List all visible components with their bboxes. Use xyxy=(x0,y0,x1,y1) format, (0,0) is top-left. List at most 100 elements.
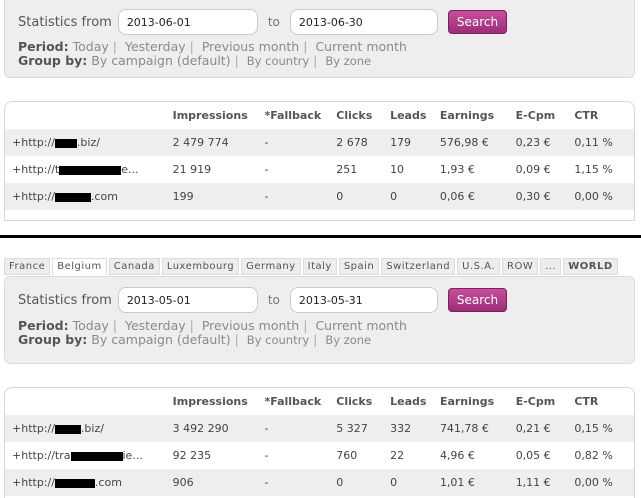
table-row[interactable]: +http://tra ie... 92 235 - 760 22 4,96 € … xyxy=(5,442,634,469)
tab-usa[interactable]: U.S.A. xyxy=(457,258,500,275)
ctr-cell: 0,00 % xyxy=(574,183,634,210)
earnings-cell: 0,06 € xyxy=(439,183,516,210)
top-stats-panel: Statistics from to Search Period: Today|… xyxy=(0,0,641,235)
ctr-cell: 0,00 % xyxy=(574,469,634,496)
ecpm-cell: 0,09 € xyxy=(515,163,551,176)
search-button[interactable]: Search xyxy=(447,10,508,34)
table-row[interactable]: +http:// .com 906 - 0 0 1,01 € 1,11 € 0,0… xyxy=(5,469,634,496)
col-leads: Leads xyxy=(390,109,427,122)
tab-italy[interactable]: Italy xyxy=(302,258,337,275)
site-cell[interactable]: +http:// .biz/ xyxy=(5,129,173,156)
filter-panel: Statistics from to Search Period: Today|… xyxy=(4,0,635,78)
col-ctr: CTR xyxy=(574,109,599,122)
table-row[interactable]: +http:// .biz/ 3 492 290 - 5 327 332 741,… xyxy=(5,415,634,442)
col-clicks: Clicks xyxy=(336,395,373,408)
impressions-cell: 906 xyxy=(172,469,265,496)
group-by-label: Group by: xyxy=(18,332,88,347)
date-from-input[interactable] xyxy=(117,9,258,35)
period-current-month-link[interactable]: Current month xyxy=(315,39,407,54)
impressions-cell: 3 492 290 xyxy=(172,415,265,442)
col-leads: Leads xyxy=(390,395,427,408)
search-button[interactable]: Search xyxy=(447,288,508,312)
clicks-cell: 251 xyxy=(336,163,358,176)
period-yesterday-link[interactable]: Yesterday xyxy=(125,318,186,333)
leads-cell: 0 xyxy=(390,183,440,210)
col-ecpm: E-Cpm xyxy=(515,109,556,122)
impressions-cell: 199 xyxy=(172,183,265,210)
period-row: Period: Today | Yesterday | Previous month… xyxy=(18,39,407,54)
filter-panel: Statistics from to Search Period: Today|… xyxy=(4,276,635,364)
col-site xyxy=(5,388,173,415)
ctr-cell: 0,11 % xyxy=(574,129,634,156)
group-by-country-link[interactable]: By country xyxy=(247,333,309,347)
tab-france[interactable]: France xyxy=(4,258,51,275)
leads-cell: 332 xyxy=(390,415,440,442)
date-to-input[interactable] xyxy=(289,9,438,35)
site-cell[interactable]: +http:// .com xyxy=(5,183,173,210)
to-label: to xyxy=(267,293,280,307)
country-tabs: France Belgium Canada Luxembourg Germany… xyxy=(4,258,620,275)
ctr-cell: 0,82 % xyxy=(574,449,613,462)
period-previous-month-link[interactable]: Previous month xyxy=(202,39,299,54)
site-suffix: .biz/ xyxy=(80,422,104,435)
ecpm-cell: 0,23 € xyxy=(515,129,575,156)
date-to-input[interactable] xyxy=(289,287,438,313)
table-row[interactable]: +http:// .biz/ 2 479 774 - 2 678 179 576,… xyxy=(5,129,634,156)
earnings-cell: 1,01 € xyxy=(439,469,516,496)
period-today-link[interactable]: Today xyxy=(73,39,109,54)
site-prefix: +http://t xyxy=(12,163,60,176)
site-suffix: .biz/ xyxy=(76,136,100,149)
period-row: Period: Today | Yesterday | Previous month… xyxy=(18,318,407,333)
statistics-from-label: Statistics from xyxy=(18,14,112,30)
period-current-month-link[interactable]: Current month xyxy=(315,318,407,333)
site-suffix: .com xyxy=(90,190,118,203)
ctr-cell: 1,15 % xyxy=(574,163,613,176)
group-by-zone-link[interactable]: By zone xyxy=(325,333,371,347)
clicks-cell: 2 678 xyxy=(336,129,391,156)
group-by-zone-link[interactable]: By zone xyxy=(325,54,371,68)
site-cell[interactable]: +http://t e... xyxy=(5,156,173,183)
period-yesterday-link[interactable]: Yesterday xyxy=(125,39,186,54)
tab-luxembourg[interactable]: Luxembourg xyxy=(161,258,240,275)
site-prefix: +http://tra xyxy=(12,449,71,462)
tab-row[interactable]: ROW xyxy=(502,258,539,275)
site-suffix: ie... xyxy=(122,449,143,462)
redaction-block xyxy=(54,424,81,434)
clicks-cell: 5 327 xyxy=(336,415,391,442)
clicks-cell: 760 xyxy=(336,449,358,462)
date-from-input[interactable] xyxy=(117,287,258,313)
col-clicks: Clicks xyxy=(336,109,373,122)
site-cell[interactable]: +http:// .biz/ xyxy=(5,415,173,442)
col-earnings: Earnings xyxy=(439,395,495,408)
group-by-country-link[interactable]: By country xyxy=(247,54,309,68)
group-by-campaign-link[interactable]: By campaign (default) xyxy=(91,53,230,68)
to-label: to xyxy=(267,15,280,29)
site-prefix: +http:// xyxy=(12,190,55,203)
table-row[interactable]: +http://t e... 21 919 - 251 10 1,93 € 0,0… xyxy=(5,156,634,183)
statistics-from-label: Statistics from xyxy=(18,292,112,308)
period-today-link[interactable]: Today xyxy=(73,318,109,333)
tab-more[interactable]: ... xyxy=(540,258,562,275)
tab-world[interactable]: WORLD xyxy=(563,258,618,275)
tab-belgium[interactable]: Belgium xyxy=(52,258,107,275)
col-ctr: CTR xyxy=(574,395,599,408)
fallback-cell: - xyxy=(264,163,269,176)
tab-canada[interactable]: Canada xyxy=(108,258,160,275)
tab-spain[interactable]: Spain xyxy=(338,258,380,275)
tab-germany[interactable]: Germany xyxy=(241,258,301,275)
stats-table: Impressions *Fallback Clicks Leads Earni… xyxy=(4,101,635,221)
redaction-block xyxy=(59,165,122,175)
site-cell[interactable]: +http://tra ie... xyxy=(5,442,173,469)
col-impressions: Impressions xyxy=(172,395,248,408)
col-fallback: *Fallback xyxy=(264,109,322,122)
leads-cell: 10 xyxy=(390,163,405,176)
group-by-campaign-link[interactable]: By campaign (default) xyxy=(91,332,230,347)
group-by-label: Group by: xyxy=(18,53,88,68)
site-prefix: +http:// xyxy=(12,136,55,149)
table-row[interactable]: +http:// .com 199 - 0 0 0,06 € 0,30 € 0,0… xyxy=(5,183,634,210)
site-cell[interactable]: +http:// .com xyxy=(5,469,173,496)
impressions-cell: 92 235 xyxy=(172,449,212,462)
tab-switzerland[interactable]: Switzerland xyxy=(381,258,456,275)
site-suffix: .com xyxy=(94,476,122,489)
period-previous-month-link[interactable]: Previous month xyxy=(202,318,299,333)
